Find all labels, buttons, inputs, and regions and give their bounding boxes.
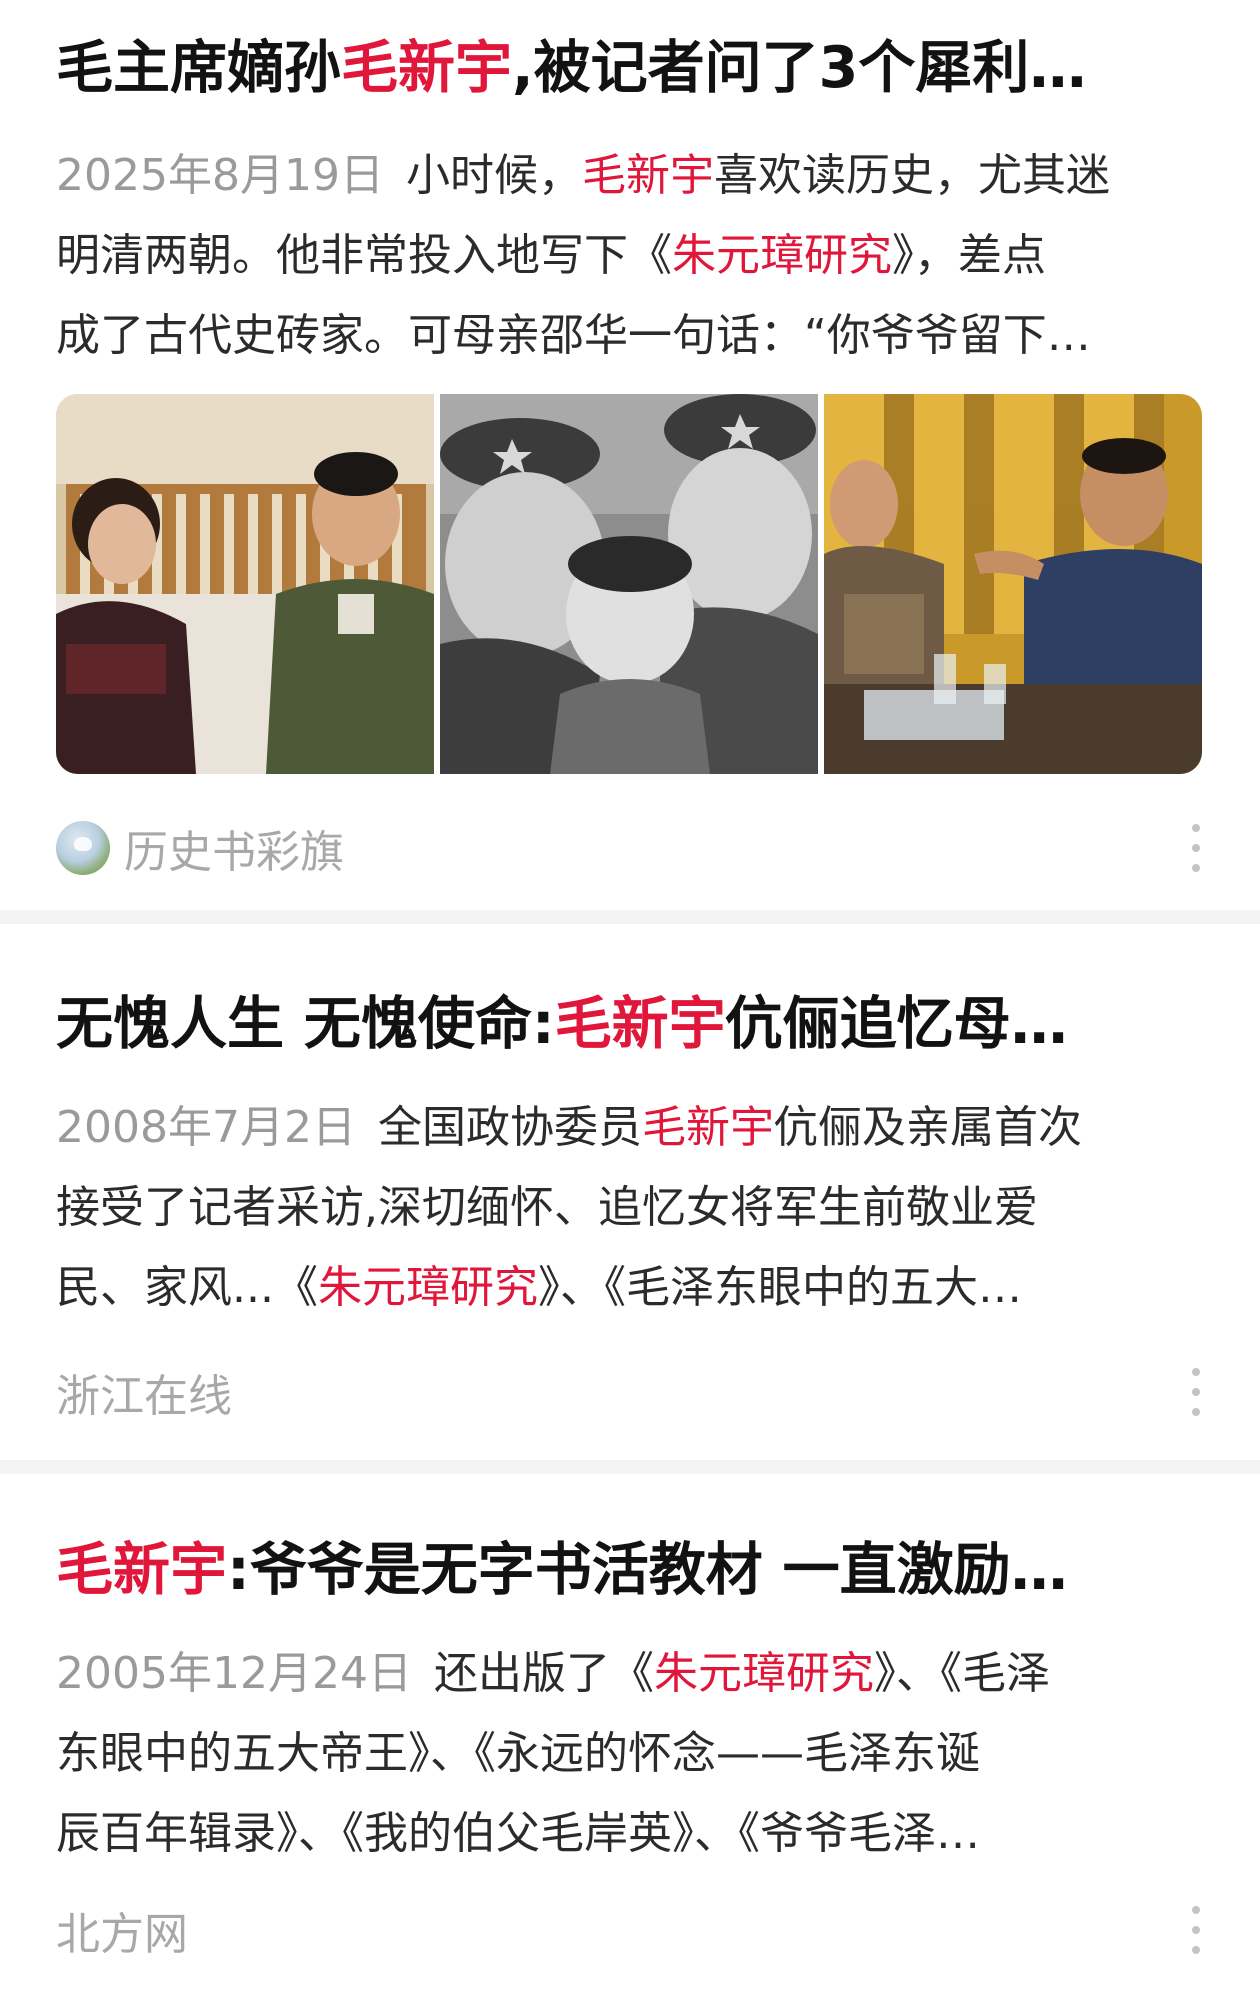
article-title[interactable]: 毛新宇:爷爷是无字书活教材 一直激励…: [56, 1534, 1206, 1606]
card-divider: [0, 910, 1260, 924]
article-source-row: 浙江在线: [56, 1360, 1206, 1424]
article-source-row: 历史书彩旗: [56, 816, 1206, 880]
card-divider: [0, 1460, 1260, 1474]
article-source-row: 北方网: [56, 1898, 1206, 1962]
article-summary: 2025年8月19日 小时候，毛新宇喜欢读历史，尤其迷 明清两朝。他非常投入地写下…: [56, 150, 1110, 361]
photo-woman-and-officer-on-sofa[interactable]: [56, 394, 434, 774]
article-date: 2025年8月19日: [56, 150, 384, 201]
article-summary: 2005年12月24日 还出版了《朱元璋研究》、《毛泽 东眼中的五大帝王》、《永远…: [56, 1648, 1050, 1859]
article-image-strip[interactable]: [56, 394, 1202, 774]
article-date: 2005年12月24日: [56, 1648, 412, 1699]
article-date: 2008年7月2日: [56, 1102, 356, 1153]
source-name[interactable]: 浙江在线: [56, 1360, 232, 1424]
photo-bw-family-portrait[interactable]: [440, 394, 818, 774]
article-summary: 2008年7月2日 全国政协委员毛新宇伉俪及亲属首次 接受了记者采访,深切缅怀、追…: [56, 1102, 1082, 1313]
source-name[interactable]: 北方网: [56, 1898, 188, 1962]
article-card-3[interactable]: 毛新宇:爷爷是无字书活教材 一直激励… 2005年12月24日 还出版了《朱元璋研…: [0, 1474, 1260, 1990]
source-name[interactable]: 历史书彩旗: [124, 816, 344, 880]
more-vertical-icon[interactable]: [1186, 824, 1206, 872]
article-title[interactable]: 无愧人生 无愧使命:毛新宇伉俪追忆母…: [56, 988, 1206, 1060]
photo-man-talking-in-meeting[interactable]: [824, 394, 1202, 774]
article-card-1[interactable]: 毛主席嫡孙毛新宇,被记者问了3个犀利… 2025年8月19日 小时候，毛新宇喜欢读…: [0, 0, 1260, 910]
more-vertical-icon[interactable]: [1186, 1906, 1206, 1954]
article-card-2[interactable]: 无愧人生 无愧使命:毛新宇伉俪追忆母… 2008年7月2日 全国政协委员毛新宇伉俪…: [0, 924, 1260, 1460]
butterfly-avatar[interactable]: [56, 821, 110, 875]
more-vertical-icon[interactable]: [1186, 1368, 1206, 1416]
article-title[interactable]: 毛主席嫡孙毛新宇,被记者问了3个犀利…: [56, 32, 1206, 104]
